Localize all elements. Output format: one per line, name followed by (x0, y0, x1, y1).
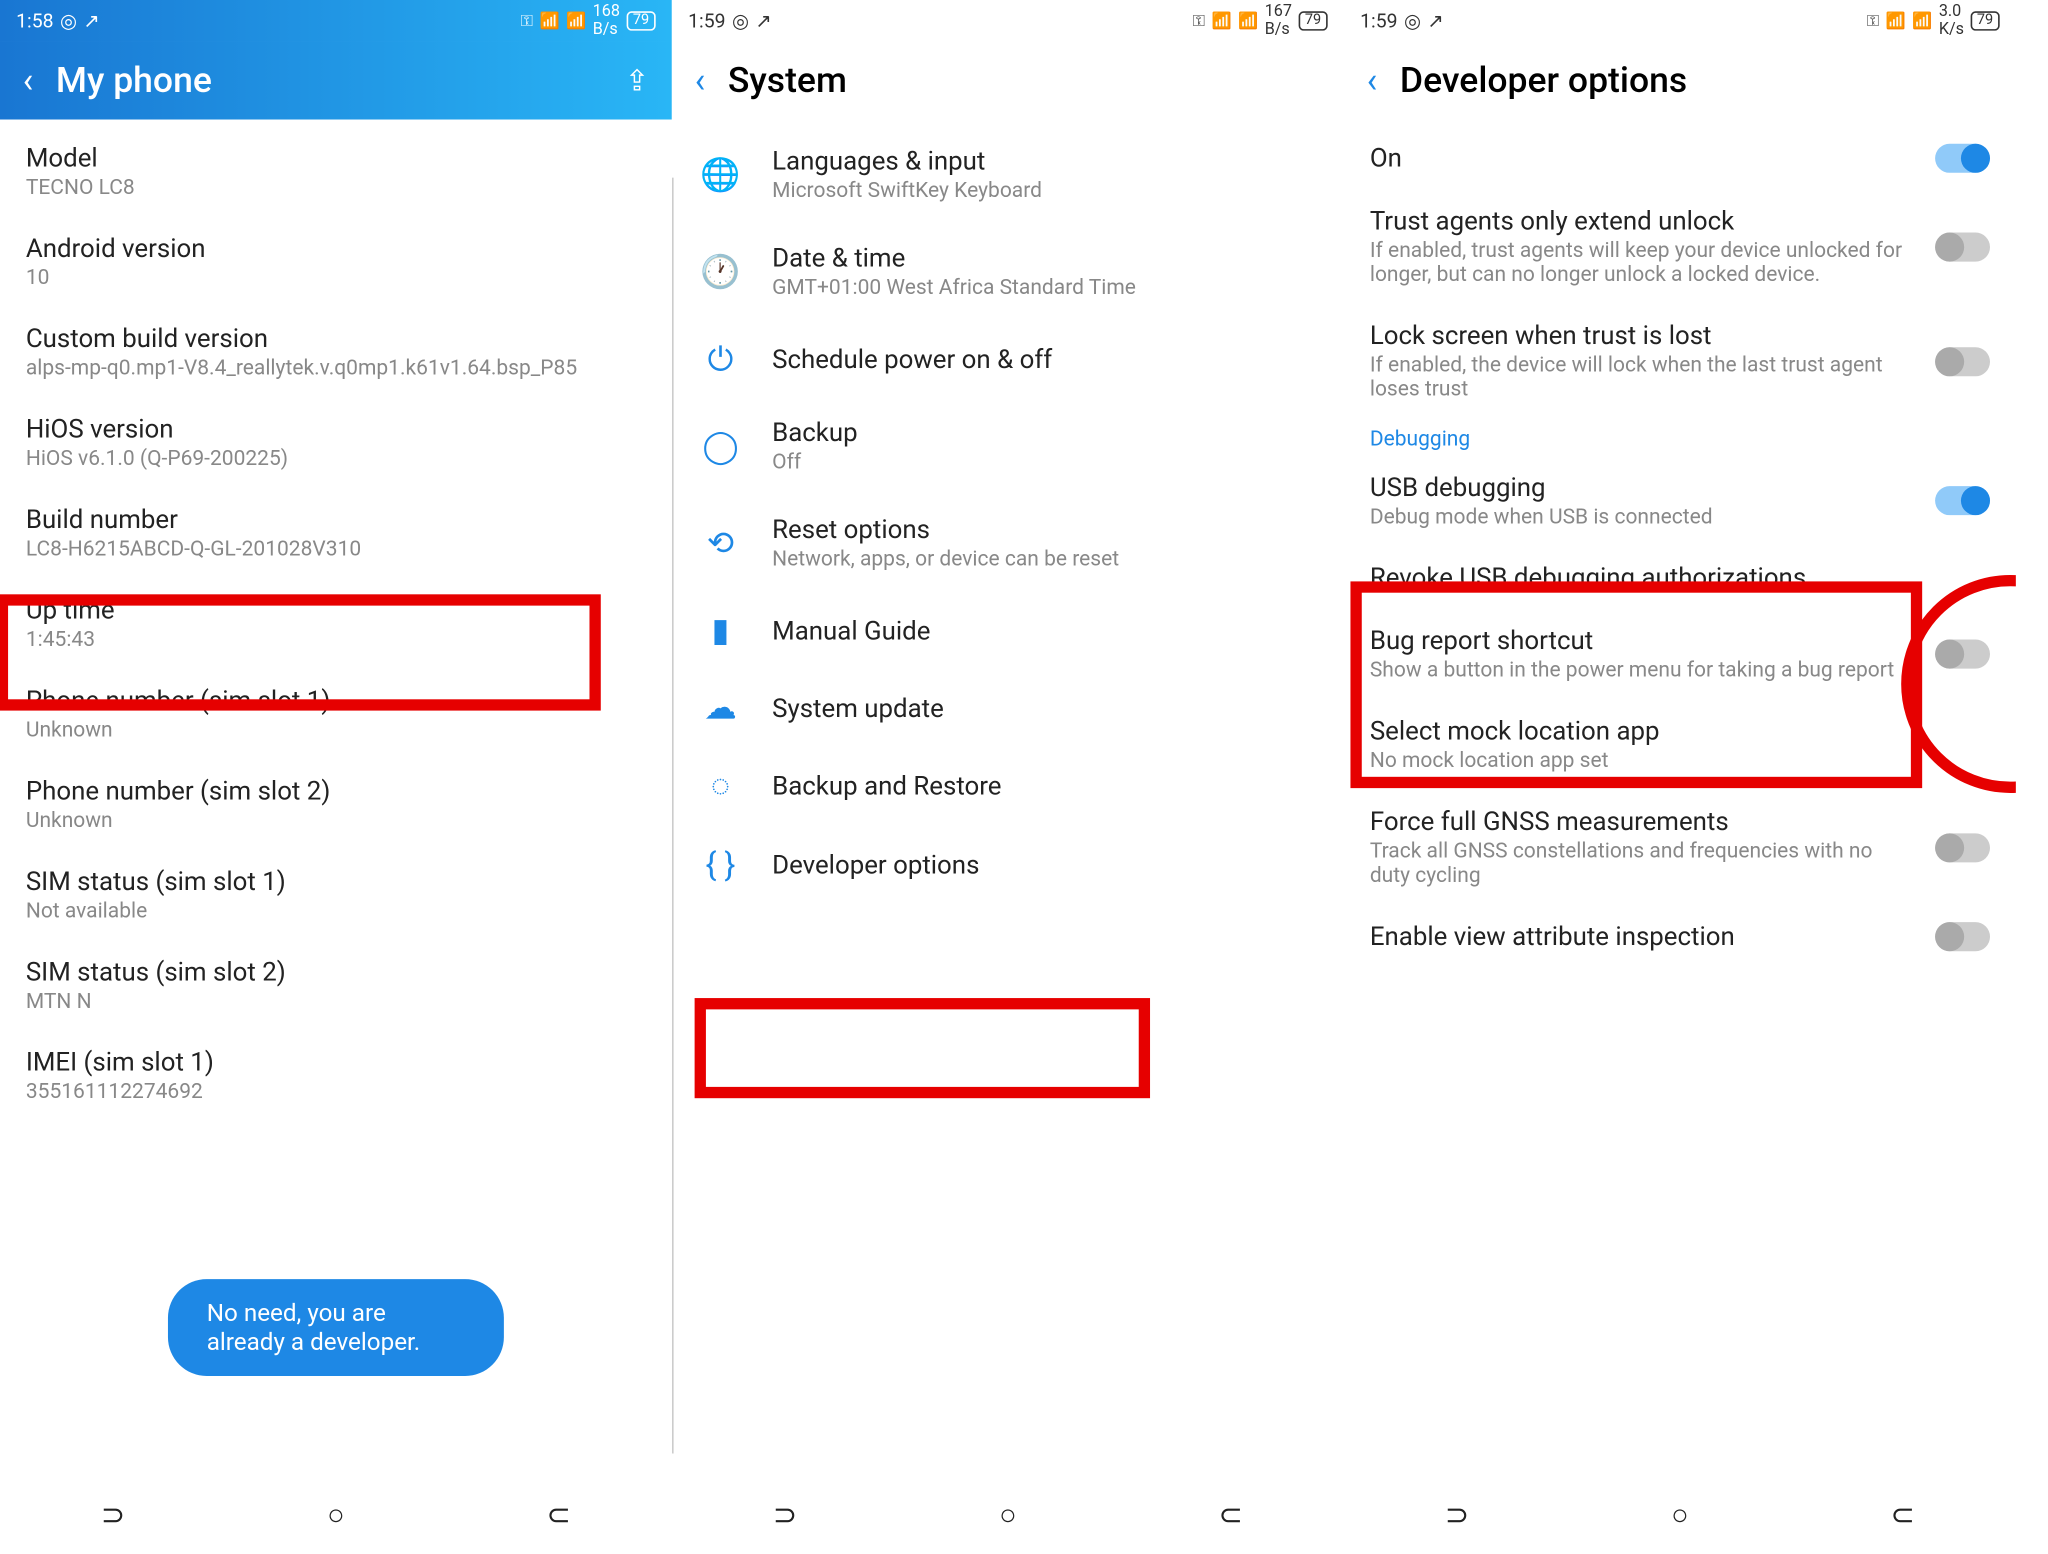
row-gnss[interactable]: Force full GNSS measurementsTrack all GN… (1344, 790, 2016, 905)
nav-home-icon[interactable]: ○ (999, 1498, 1017, 1532)
back-button[interactable]: ‹ (695, 61, 706, 101)
nav-back-icon[interactable]: ⊃ (773, 1498, 797, 1532)
status-time: 1:59 (1360, 10, 1397, 33)
row-phone-sim2[interactable]: Phone number (sim slot 2)Unknown (0, 759, 672, 849)
camera-icon: ◎ (60, 10, 77, 33)
row-date-time[interactable]: 🕐Date & timeGMT+01:00 West Africa Standa… (672, 223, 1344, 320)
row-hios-version[interactable]: HiOS versionHiOS v6.1.0 (Q-P69-200225) (0, 397, 672, 487)
row-mock-location[interactable]: Select mock location appNo mock location… (1344, 699, 2016, 789)
camera-icon: ◎ (1404, 10, 1421, 33)
divider (672, 178, 674, 1454)
navbar: ⊃ ○ ⊂ (1344, 1479, 2016, 1550)
status-time: 1:59 (688, 10, 725, 33)
row-schedule-power[interactable]: ⏻Schedule power on & off (672, 320, 1344, 398)
row-uptime[interactable]: Up time1:45:43 (0, 578, 672, 668)
header: ‹ Developer options (1344, 42, 2016, 120)
row-model[interactable]: ModelTECNO LC8 (0, 126, 672, 216)
external-icon: ↗ (83, 10, 99, 33)
status-bar: 1:59 ◎ ↗ ⚿ 📶 📶 3.0K/s 79 (1344, 0, 2016, 42)
clock-icon: 🕐 (698, 252, 743, 291)
row-build-number[interactable]: Build numberLC8-H6215ABCD-Q-GL-201028V31… (0, 488, 672, 578)
navbar: ⊃ ○ ⊂ (0, 1479, 672, 1550)
row-bug-report[interactable]: Bug report shortcutShow a button in the … (1344, 609, 2016, 699)
external-icon: ↗ (755, 10, 771, 33)
reset-icon: ⟲ (698, 523, 743, 562)
nav-home-icon[interactable]: ○ (1671, 1498, 1689, 1532)
cloud-up-icon: ☁ (698, 688, 743, 727)
backup-icon: ◯ (698, 426, 743, 465)
key-icon: ⚿ (1867, 12, 1879, 30)
signal-icon: 📶 (1238, 12, 1258, 30)
page-title: Developer options (1400, 61, 1993, 101)
nav-recents-icon[interactable]: ⊂ (547, 1498, 571, 1532)
row-system-update[interactable]: ☁System update (672, 669, 1344, 747)
row-lock-screen-trust[interactable]: Lock screen when trust is lostIf enabled… (1344, 304, 2016, 419)
toggle-off[interactable] (1935, 232, 1990, 261)
screen-developer-options: 1:59 ◎ ↗ ⚿ 📶 📶 3.0K/s 79 ‹ Developer opt… (1344, 0, 2016, 1550)
nav-back-icon[interactable]: ⊃ (1445, 1498, 1469, 1532)
battery-icon: 79 (626, 11, 655, 30)
row-phone-sim1[interactable]: Phone number (sim slot 1)Unknown (0, 669, 672, 759)
toast-developer: No need, you are already a developer. (168, 1279, 504, 1376)
book-icon: ▮ (698, 610, 743, 649)
highlight-developer-options (695, 998, 1150, 1098)
row-revoke-usb[interactable]: Revoke USB debugging authorizations (1344, 546, 2016, 609)
row-sim-status-2[interactable]: SIM status (sim slot 2)MTN N (0, 940, 672, 1030)
section-debugging: Debugging (1344, 418, 2016, 455)
key-icon: ⚿ (1193, 12, 1205, 30)
row-backup-restore[interactable]: ◌Backup and Restore (672, 746, 1344, 825)
toggle-off[interactable] (1935, 640, 1990, 669)
page-title: My phone (56, 61, 625, 101)
share-button[interactable]: ⇪ (625, 64, 649, 98)
row-imei-1[interactable]: IMEI (sim slot 1)355161112274692 (0, 1030, 672, 1120)
toggle-off[interactable] (1935, 346, 1990, 375)
signal-icon: 📶 (566, 12, 586, 30)
power-icon: ⏻ (698, 339, 743, 378)
signal-icon: 📶 (1212, 12, 1232, 30)
row-reset[interactable]: ⟲Reset optionsNetwork, apps, or device c… (672, 494, 1344, 591)
nav-recents-icon[interactable]: ⊂ (1891, 1498, 1915, 1532)
nav-back-icon[interactable]: ⊃ (101, 1498, 125, 1532)
row-view-attr[interactable]: Enable view attribute inspection (1344, 904, 2016, 967)
header: ‹ System (672, 42, 1344, 120)
braces-icon: { } (698, 845, 743, 884)
status-time: 1:58 (16, 10, 53, 33)
row-custom-build[interactable]: Custom build versionalps-mp-q0.mp1-V8.4_… (0, 307, 672, 397)
nav-recents-icon[interactable]: ⊂ (1219, 1498, 1243, 1532)
row-trust-agents[interactable]: Trust agents only extend unlockIf enable… (1344, 189, 2016, 304)
nav-home-icon[interactable]: ○ (327, 1498, 345, 1532)
toggle-on[interactable] (1935, 486, 1990, 515)
signal-icon: 📶 (1912, 12, 1932, 30)
row-android-version[interactable]: Android version10 (0, 216, 672, 306)
screen-my-phone: 1:58 ◎ ↗ ⚿ 📶 📶 168B/s 79 ‹ My phone ⇪ Mo… (0, 0, 672, 1550)
status-bar: 1:58 ◎ ↗ ⚿ 📶 📶 168B/s 79 (0, 0, 672, 42)
globe-icon: 🌐 (698, 155, 743, 194)
signal-icon: 📶 (540, 12, 560, 30)
back-button[interactable]: ‹ (23, 61, 34, 101)
toggle-on[interactable] (1935, 143, 1990, 172)
battery-icon: 79 (1298, 11, 1327, 30)
battery-icon: 79 (1970, 11, 1999, 30)
key-icon: ⚿ (521, 12, 533, 30)
toggle-off[interactable] (1935, 921, 1990, 950)
row-master-on[interactable]: On (1344, 126, 2016, 189)
navbar: ⊃ ○ ⊂ (672, 1479, 1344, 1550)
status-bar: 1:59 ◎ ↗ ⚿ 📶 📶 167B/s 79 (672, 0, 1344, 42)
camera-icon: ◎ (732, 10, 749, 33)
row-backup[interactable]: ◯BackupOff (672, 397, 1344, 494)
signal-icon: 📶 (1886, 12, 1906, 30)
row-usb-debugging[interactable]: USB debuggingDebug mode when USB is conn… (1344, 455, 2016, 545)
toggle-off[interactable] (1935, 833, 1990, 862)
header: ‹ My phone ⇪ (0, 42, 672, 120)
back-button[interactable]: ‹ (1367, 61, 1378, 101)
row-languages[interactable]: 🌐Languages & inputMicrosoft SwiftKey Key… (672, 126, 1344, 223)
row-developer-options[interactable]: { }Developer options (672, 825, 1344, 903)
page-title: System (728, 61, 1321, 101)
sync-icon: ◌ (698, 766, 743, 806)
row-sim-status-1[interactable]: SIM status (sim slot 1)Not available (0, 849, 672, 939)
row-manual[interactable]: ▮Manual Guide (672, 591, 1344, 669)
external-icon: ↗ (1427, 10, 1443, 33)
screen-system: 1:59 ◎ ↗ ⚿ 📶 📶 167B/s 79 ‹ System 🌐Langu… (672, 0, 1344, 1550)
